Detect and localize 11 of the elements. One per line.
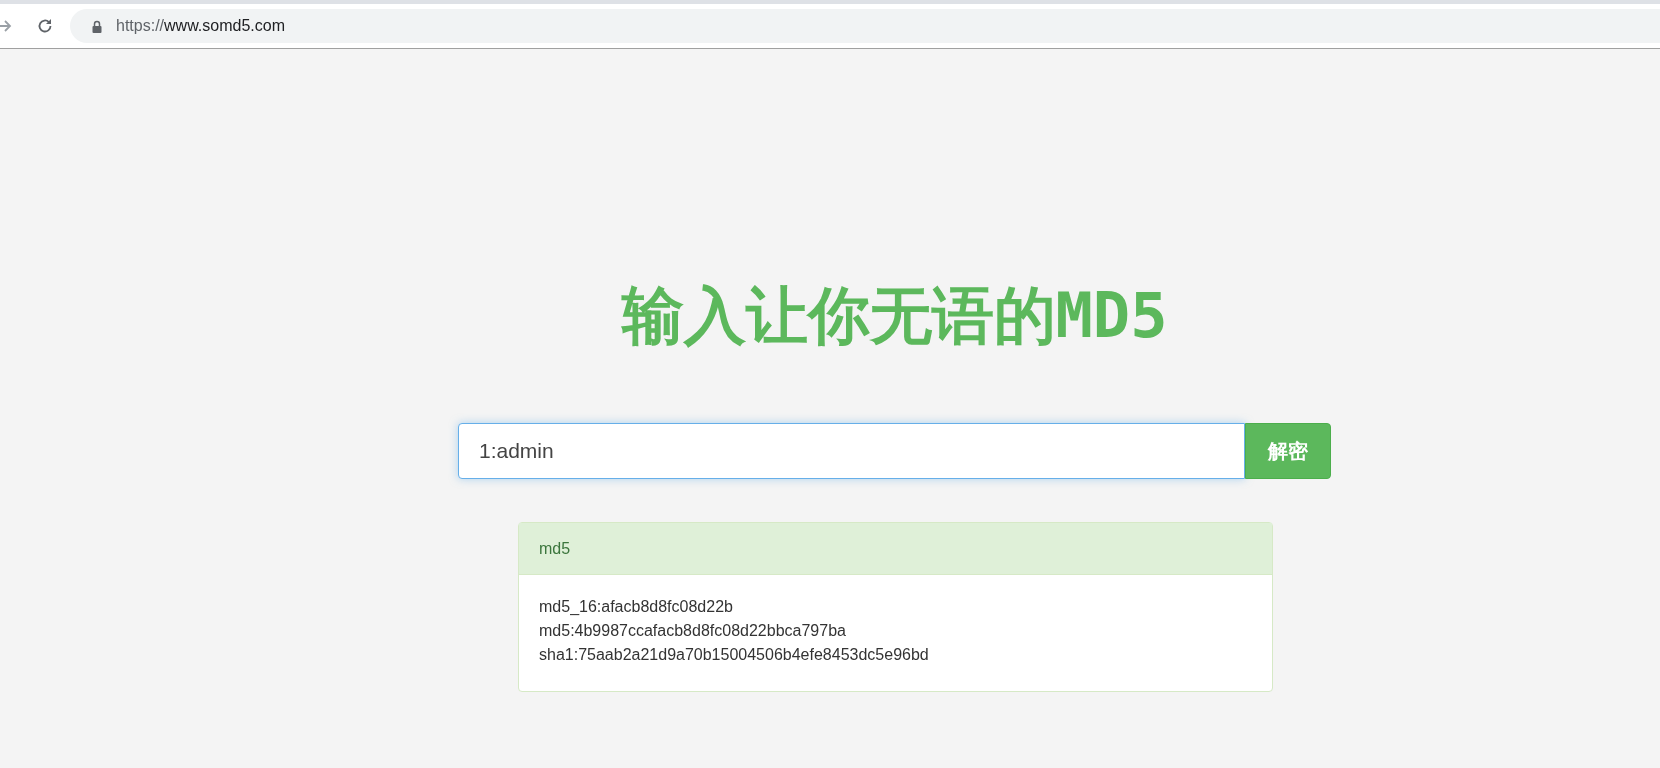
url-text: https://www.somd5.com — [116, 17, 285, 35]
hash-result: md5_16:afacb8d8fc08d22b — [539, 597, 733, 617]
page-title: 输入让你无语的MD5 — [621, 278, 1168, 354]
panel-heading: md5 — [539, 539, 571, 558]
reload-icon[interactable] — [36, 17, 54, 35]
lock-icon — [92, 19, 102, 33]
hash-result: md5:4b9987ccafacb8d8fc08d22bbca797ba — [539, 621, 846, 641]
forward-arrow-icon[interactable] — [0, 19, 12, 33]
hash-result: sha1:75aab2a21d9a70b15004506b4efe8453dc5e96bd — [539, 645, 929, 665]
search-input[interactable]: 1:admin — [458, 423, 1245, 479]
address-bar[interactable]: https://www.somd5.com — [70, 9, 1660, 43]
